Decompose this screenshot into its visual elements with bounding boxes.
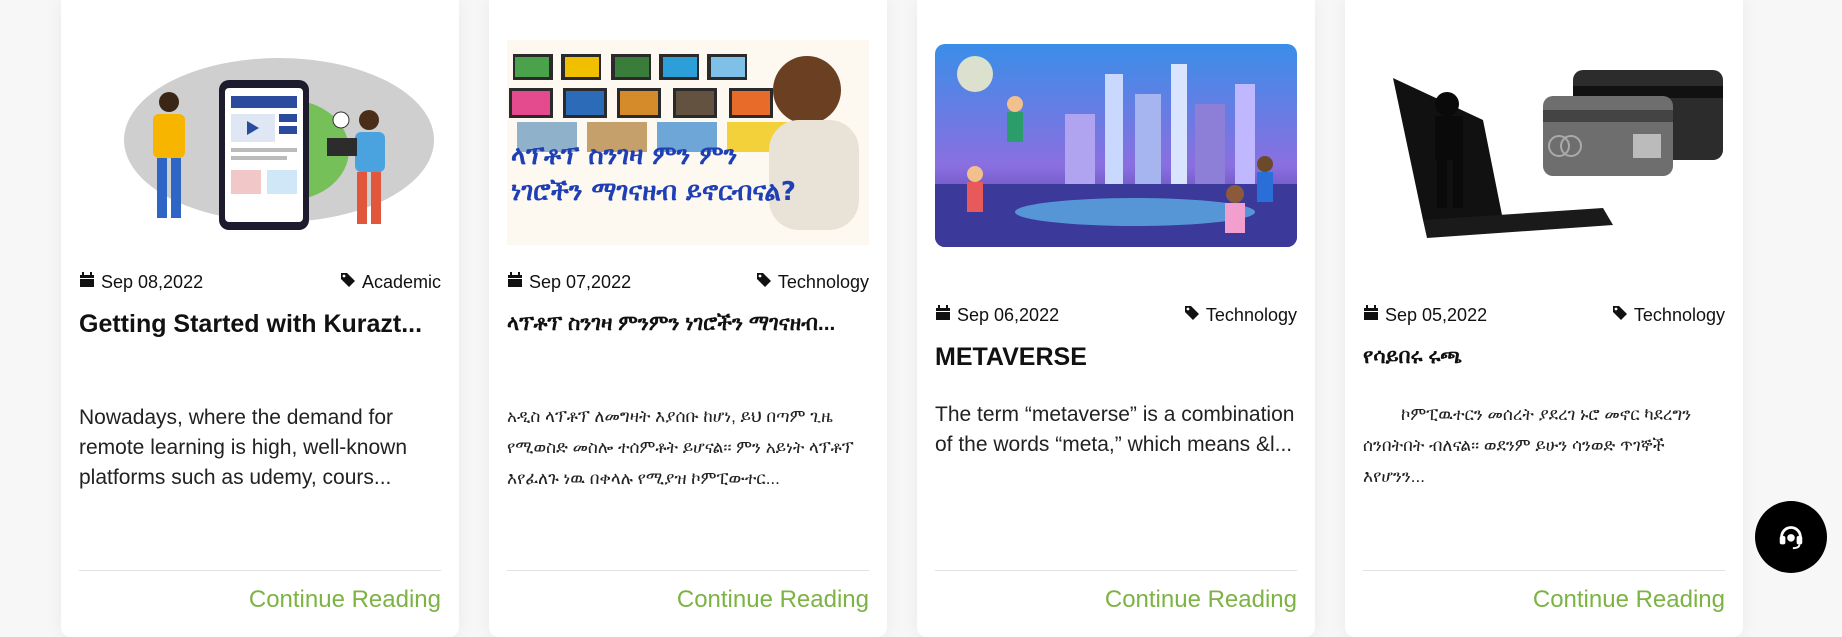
calendar-icon	[1363, 304, 1379, 326]
tags-icon	[756, 272, 772, 293]
image-caption-line-1: ላፕቶፕ ስንገዛ ምን ምን	[511, 141, 737, 171]
post-title[interactable]: የሳይበሩ ሩጫ	[1363, 339, 1725, 375]
headset-icon	[1776, 520, 1806, 555]
post-category: Academic	[361, 271, 441, 292]
post-excerpt: አዲስ ላፕቶፕ ለመግዛት እያሰቡ ከሆነ, ይህ በጣም ጊዜ የሚወስድ…	[507, 407, 854, 488]
post-category-link[interactable]: Academic	[340, 272, 441, 293]
post-image[interactable]	[935, 44, 1297, 247]
post-date: Sep 05,2022	[1385, 304, 1488, 325]
post-meta: Sep 08,2022 Academic	[79, 270, 441, 294]
post-title[interactable]: Getting Started with Kurazt...	[79, 306, 441, 342]
metaverse-city-scene-icon	[935, 44, 1297, 247]
continue-reading-link[interactable]: Continue Reading	[1533, 586, 1725, 614]
post-title[interactable]: ላፕቶፕ ስንገዛ ምንምን ነገሮችን ማገናዘብ...	[507, 306, 869, 342]
post-date: Sep 06,2022	[957, 304, 1060, 325]
post-category-link[interactable]: Technology	[1612, 305, 1725, 326]
cyber-thief-laptop-cards-icon	[1363, 60, 1725, 240]
calendar-icon	[507, 271, 523, 293]
post-category-link[interactable]: Technology	[1184, 305, 1297, 326]
card-divider	[507, 570, 869, 571]
post-title[interactable]: METAVERSE	[935, 339, 1297, 375]
blog-card: Sep 06,2022 Technology METAVERSE The ter…	[917, 0, 1315, 637]
card-divider	[79, 570, 441, 571]
post-excerpt: ኮምፒዉተርን መሰረት ያደረገ ኑሮ መኖር ካደረግን ሰንበትበት ብለ…	[1363, 405, 1692, 486]
tags-icon	[1184, 305, 1200, 326]
remote-learning-illustration-icon	[79, 40, 441, 240]
calendar-icon	[79, 271, 95, 293]
post-image[interactable]	[1363, 60, 1725, 240]
post-category-link[interactable]: Technology	[756, 272, 869, 293]
blog-card: ላፕቶፕ ስንገዛ ምን ምን ነገሮችን ማገናዘብ ይኖርብናል? Sep …	[489, 0, 887, 637]
blog-card: Sep 05,2022 Technology የሳይበሩ ሩጫ ኮምፒዉተርን …	[1345, 0, 1743, 637]
post-excerpt: The term “metaverse” is a combination of…	[935, 403, 1295, 456]
post-category: Technology	[1633, 304, 1725, 325]
continue-reading-link[interactable]: Continue Reading	[677, 586, 869, 614]
blog-card: Sep 08,2022 Academic Getting Started wit…	[61, 0, 459, 637]
post-date: Sep 07,2022	[529, 271, 632, 292]
card-divider	[1363, 570, 1725, 571]
post-date: Sep 08,2022	[101, 271, 204, 292]
card-divider	[935, 570, 1297, 571]
continue-reading-link[interactable]: Continue Reading	[1105, 586, 1297, 614]
post-image[interactable]: ላፕቶፕ ስንገዛ ምን ምን ነገሮችን ማገናዘብ ይኖርብናል?	[507, 40, 869, 245]
tags-icon	[1612, 305, 1628, 326]
calendar-icon	[935, 304, 951, 326]
blog-section: Sep 08,2022 Academic Getting Started wit…	[0, 0, 1842, 637]
post-category: Technology	[777, 271, 869, 292]
post-meta: Sep 06,2022 Technology	[935, 303, 1297, 327]
laptops-collage-icon: ላፕቶፕ ስንገዛ ምን ምን ነገሮችን ማገናዘብ ይኖርብናል?	[507, 40, 869, 245]
continue-reading-link[interactable]: Continue Reading	[249, 586, 441, 614]
post-category: Technology	[1205, 304, 1297, 325]
image-caption-line-2: ነገሮችን ማገናዘብ ይኖርብናል?	[511, 177, 796, 207]
support-chat-button[interactable]	[1755, 501, 1827, 573]
tags-icon	[340, 272, 356, 293]
post-meta: Sep 07,2022 Technology	[507, 270, 869, 294]
post-image[interactable]	[79, 40, 441, 240]
post-excerpt: Nowadays, where the demand for remote le…	[79, 406, 407, 489]
post-meta: Sep 05,2022 Technology	[1363, 303, 1725, 327]
